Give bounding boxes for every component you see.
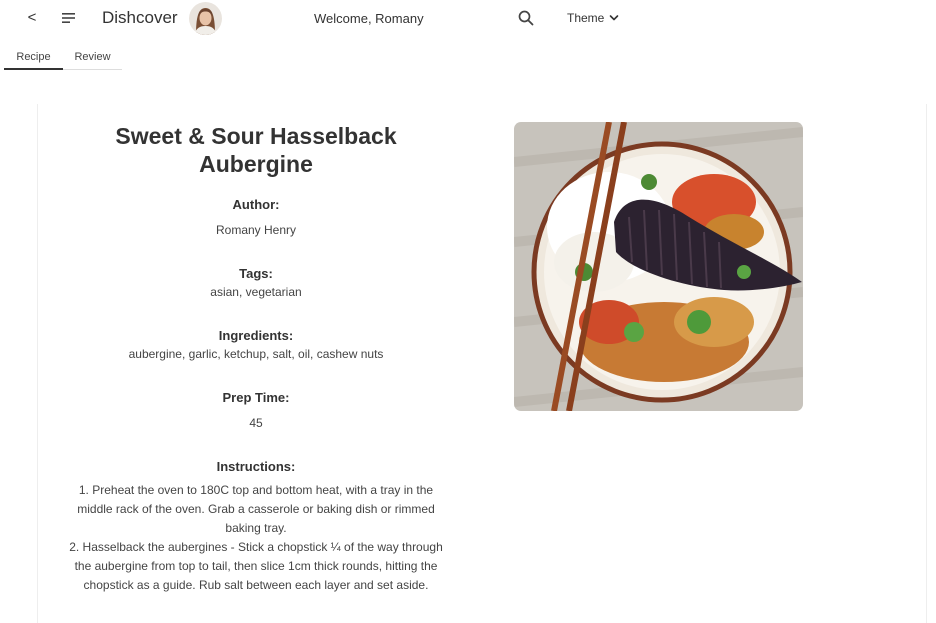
author-value: Romany Henry <box>215 223 297 237</box>
ingredients-heading: Ingredients: <box>218 328 294 343</box>
welcome-message: Welcome, Romany <box>314 11 424 26</box>
avatar-photo <box>189 2 222 35</box>
tags-heading: Tags: <box>239 266 273 281</box>
menu-lines-icon <box>62 13 75 23</box>
prep-time-heading: Prep Time: <box>222 390 290 405</box>
search-button[interactable] <box>517 9 535 27</box>
search-icon <box>518 10 534 26</box>
user-avatar[interactable] <box>189 2 222 35</box>
instruction-step-1: 1. Preheat the oven to 180C top and bott… <box>77 483 435 535</box>
instructions-heading: Instructions: <box>216 459 296 474</box>
recipe-photo <box>514 122 803 411</box>
theme-label: Theme <box>567 11 605 25</box>
tab-review[interactable]: Review <box>63 44 122 70</box>
theme-dropdown[interactable]: Theme <box>567 10 619 26</box>
recipe-details: Sweet & Sour Hasselback Aubergine Author… <box>60 122 452 595</box>
recipe-title: Sweet & Sour Hasselback Aubergine <box>115 123 397 177</box>
back-button[interactable]: < <box>24 8 40 28</box>
menu-button[interactable] <box>60 9 78 27</box>
ingredients-value: aubergine, garlic, ketchup, salt, oil, c… <box>128 347 384 361</box>
author-heading: Author: <box>232 197 280 212</box>
prep-time-value: 45 <box>249 416 263 430</box>
tags-value: asian, vegetarian <box>210 285 302 299</box>
tab-recipe[interactable]: Recipe <box>4 44 63 70</box>
top-app-bar: < Dishcover Welcome, Romany Theme <box>0 0 936 38</box>
instruction-step-2: 2. Hasselback the aubergines - Stick a c… <box>69 540 443 592</box>
recipe-tabs: Recipe Review <box>4 44 124 70</box>
app-name: Dishcover <box>102 8 178 27</box>
recipe-photo-image <box>514 122 803 411</box>
chevron-down-icon <box>610 15 619 21</box>
